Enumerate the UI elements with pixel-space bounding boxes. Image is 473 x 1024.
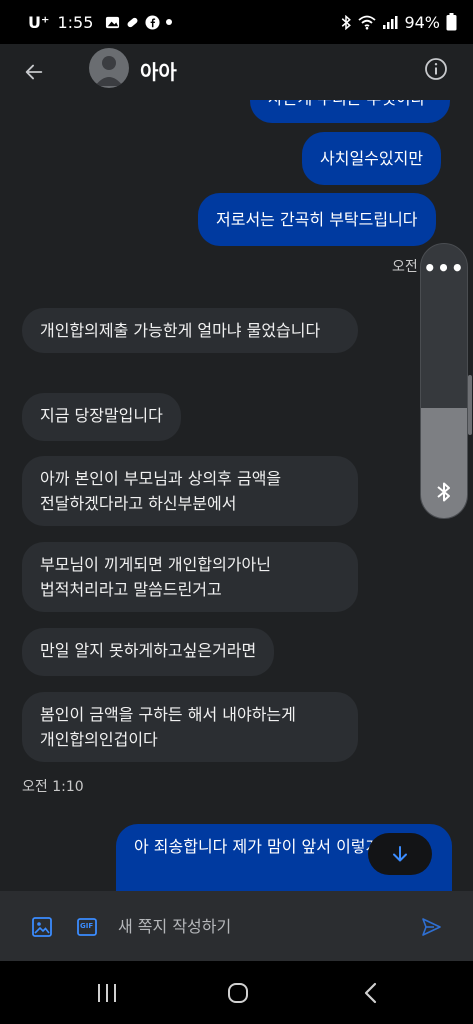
scroll-to-bottom-button[interactable]: [368, 833, 432, 875]
message-bubble-received[interactable]: 지금 당장말입니다: [22, 393, 181, 441]
gallery-button[interactable]: [31, 916, 53, 938]
arrow-down-icon: [393, 846, 407, 862]
send-icon: [422, 918, 441, 936]
message-bubble-received[interactable]: 만일 알지 못하게하고싶은거라면: [22, 628, 275, 676]
contact-avatar[interactable]: [89, 48, 129, 88]
message-bubble-received[interactable]: 봄인이 금액을 구하든 해서 내야하는게 개인합의인겁이다: [22, 692, 358, 762]
message-timestamp: 오전 1:10: [22, 779, 84, 795]
info-circle-icon: [425, 58, 447, 80]
compose-input[interactable]: [118, 909, 398, 943]
arrow-left-icon: [25, 64, 43, 80]
message-bubble-sent[interactable]: 사는게 우리는 무엇이라: [250, 100, 450, 123]
message-bubble-sent[interactable]: 저로서는 간곡히 부탁드립니다: [198, 193, 436, 246]
system-navigation-bar: [0, 961, 473, 1024]
message-composer: GIF: [0, 891, 473, 961]
more-options-button[interactable]: •••: [421, 256, 467, 280]
recent-apps-button[interactable]: [92, 979, 122, 1007]
message-timestamp: 오전: [392, 259, 418, 275]
gallery-notification-icon: [105, 15, 120, 30]
battery-percent: 94%: [404, 12, 440, 32]
gif-label: GIF: [80, 922, 94, 930]
back-nav-button[interactable]: [356, 979, 386, 1007]
info-button[interactable]: [423, 56, 451, 84]
scrollbar-thumb[interactable]: [468, 375, 472, 435]
bluetooth-icon: [437, 482, 450, 502]
conversation-header: 아아: [0, 44, 473, 100]
chevron-left-icon: [364, 982, 377, 1004]
message-bubble-sent[interactable]: 사치일수있지만: [302, 132, 442, 185]
gif-button[interactable]: GIF: [76, 916, 98, 938]
pill-notification-icon: [125, 15, 140, 30]
home-icon: [228, 983, 248, 1003]
message-bubble-received[interactable]: 아까 본인이 부모님과 상의후 금액을 전달하겠다라고 하신부분에서: [22, 456, 358, 526]
facebook-notification-icon: [145, 14, 160, 30]
bluetooth-status-icon: [340, 14, 352, 30]
person-icon: [95, 56, 123, 86]
wifi-icon: [358, 15, 377, 30]
edge-panel[interactable]: •••: [420, 243, 468, 519]
home-button[interactable]: [223, 979, 253, 1007]
image-icon: [32, 917, 52, 937]
status-bar: U⁺ 1:55 94%: [0, 0, 473, 44]
contact-name[interactable]: 아아: [140, 56, 177, 85]
message-bubble-received[interactable]: 부모님이 끼게되면 개인합의가아닌 법적처리라고 말씀드린거고: [22, 542, 358, 612]
carrier-label: U⁺: [28, 12, 50, 32]
signal-icon: [382, 15, 398, 29]
message-thread[interactable]: 사는게 우리는 무엇이라 사치일수있지만 저로서는 간곡히 부탁드립니다 오전 …: [0, 100, 473, 891]
send-button[interactable]: [420, 916, 442, 938]
status-time: 1:55: [57, 12, 94, 32]
dot-notification-icon: [165, 18, 173, 26]
message-bubble-received[interactable]: 개인합의제출 가능한게 얼마냐 물었습니다: [22, 308, 358, 353]
recent-apps-icon: [98, 984, 116, 1002]
back-button[interactable]: [18, 56, 50, 88]
bluetooth-toggle[interactable]: [421, 408, 467, 518]
battery-icon: [446, 13, 457, 31]
